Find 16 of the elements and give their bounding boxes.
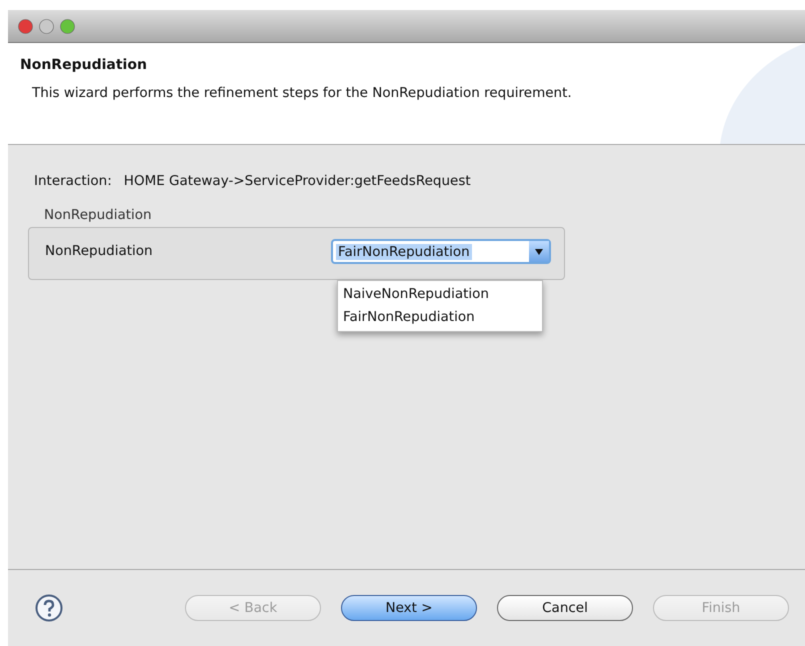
interaction-label: Interaction: — [34, 173, 112, 189]
combo-box[interactable]: FairNonRepudiation — [331, 239, 551, 264]
minimize-icon[interactable] — [39, 18, 54, 34]
interaction-value: HOME Gateway->ServiceProvider:getFeedsRequest — [124, 173, 471, 189]
close-icon[interactable] — [18, 18, 33, 34]
zoom-icon[interactable] — [60, 18, 75, 34]
dropdown-option[interactable]: FairNonRepudiation — [338, 306, 542, 329]
page-description: This wizard performs the refinement steps for the NonRepudiation requirement. — [32, 85, 572, 101]
group-title: NonRepudiation — [44, 207, 152, 223]
dropdown-option[interactable]: NaiveNonRepudiation — [338, 283, 542, 306]
field-label: NonRepudiation — [45, 243, 153, 259]
caret-icon — [535, 248, 543, 254]
wizard-button[interactable]: Next > — [341, 595, 477, 621]
page-title: NonRepudiation — [20, 57, 147, 73]
help-icon[interactable] — [35, 594, 63, 622]
wizard-button[interactable]: Cancel — [497, 595, 633, 621]
